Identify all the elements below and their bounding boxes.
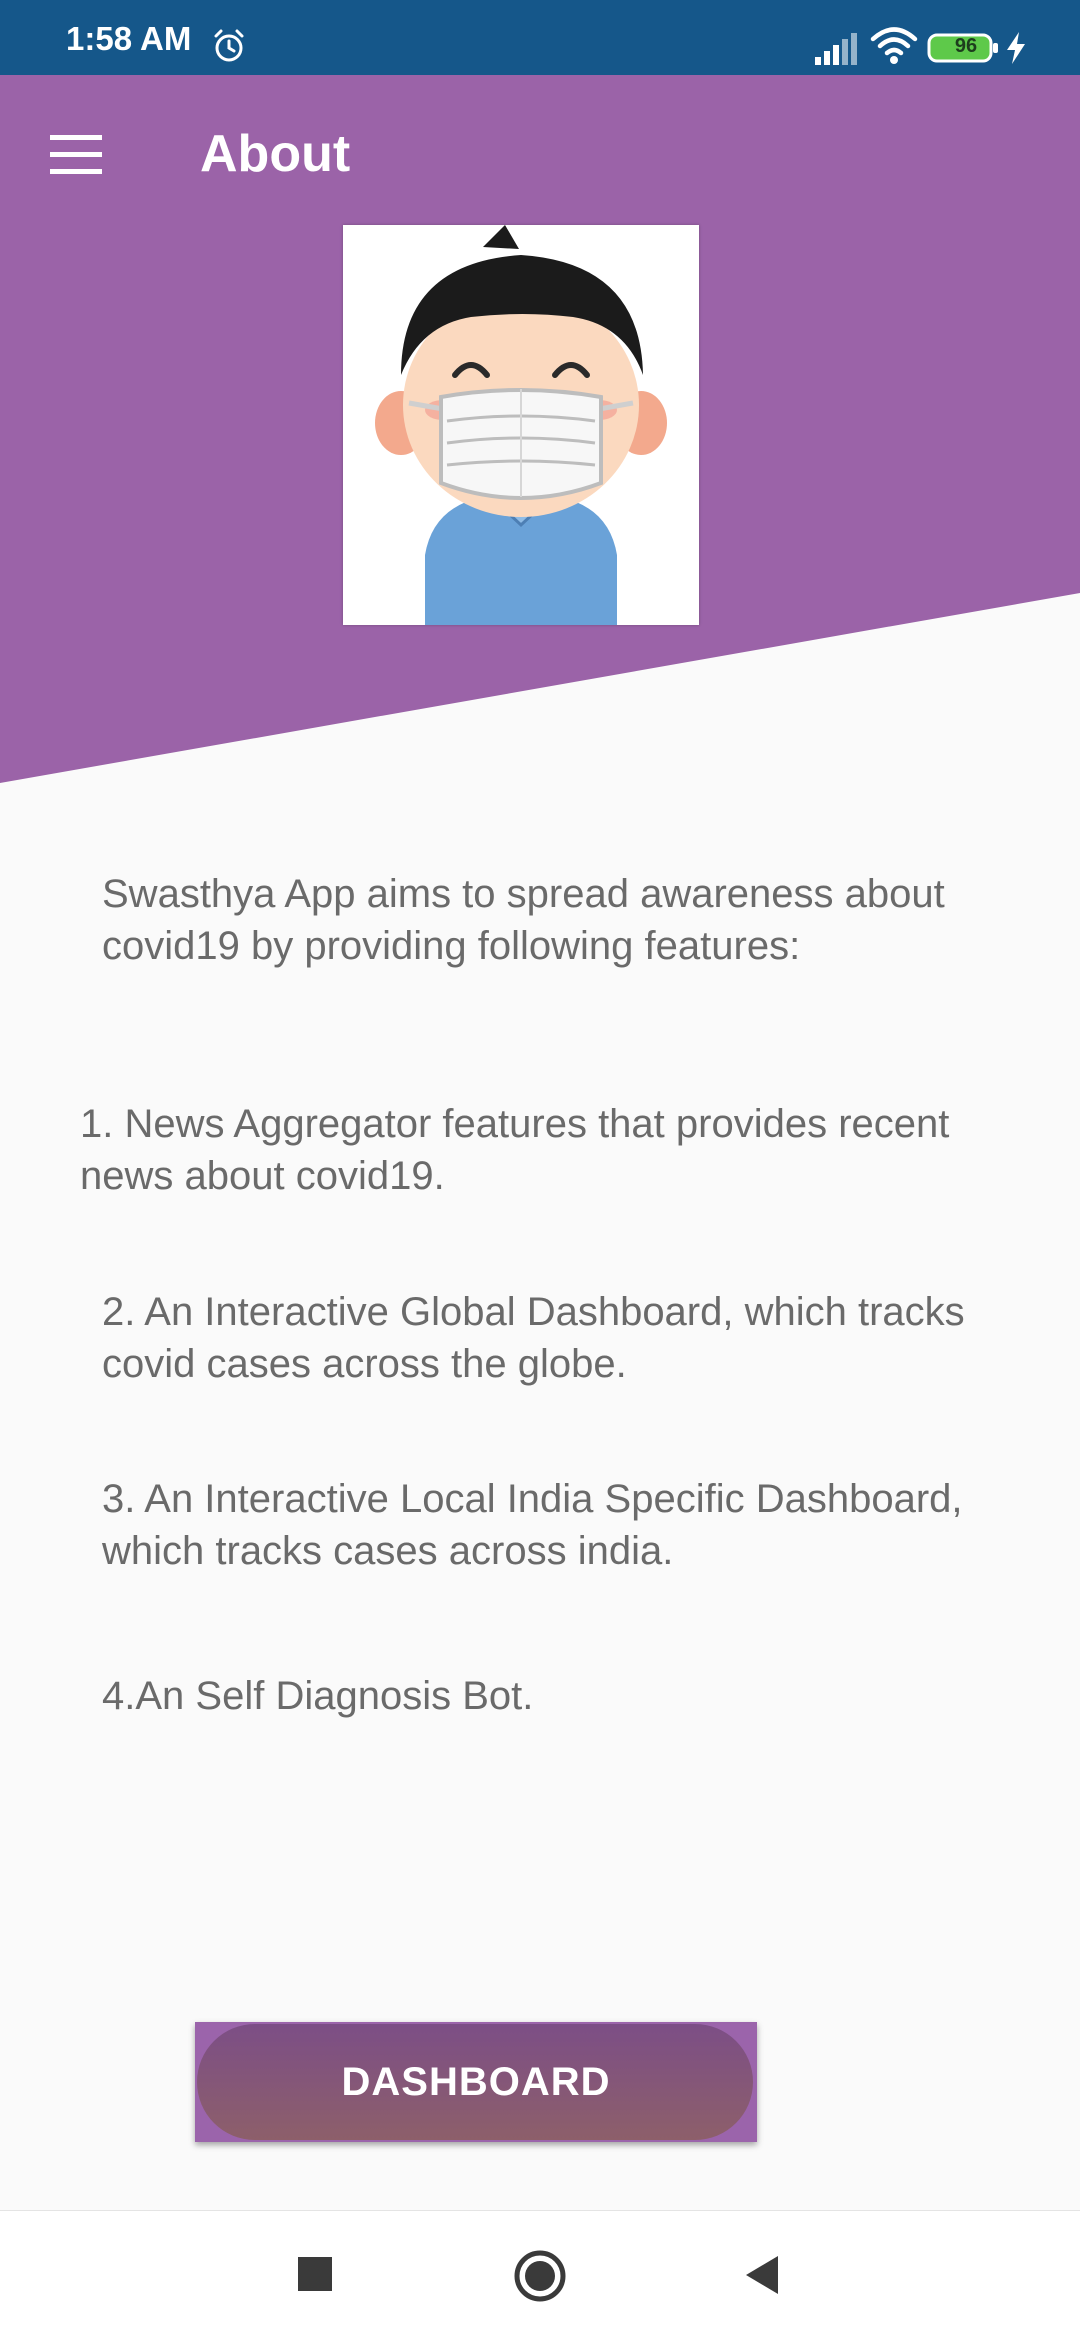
about-screen: 1:58 AM 96 About Swasthya App aims to sp… [0, 0, 1080, 2340]
hamburger-menu-icon[interactable] [48, 131, 108, 181]
back-triangle-icon[interactable] [742, 2254, 782, 2296]
feature-item-1: 1. News Aggregator features that provide… [80, 1102, 950, 1198]
charging-icon [1007, 32, 1025, 64]
status-time: 1:58 AM [66, 20, 192, 57]
intro-text: Swasthya App aims to spread awareness ab… [102, 872, 945, 968]
feature-item-4: 4.An Self Diagnosis Bot. [102, 1674, 534, 1718]
feature-item-2: 2. An Interactive Global Dashboard, whic… [102, 1290, 965, 1386]
dashboard-button[interactable]: DASHBOARD [195, 2022, 757, 2142]
alarm-icon [214, 29, 244, 62]
page-title: About [200, 125, 351, 183]
masked-person-icon [375, 225, 667, 625]
wifi-icon [870, 27, 918, 64]
home-circle-icon[interactable] [513, 2249, 567, 2303]
avatar-image [343, 225, 699, 625]
dashboard-button-label: DASHBOARD [341, 2060, 611, 2104]
status-bar: 1:58 AM 96 [0, 0, 1080, 75]
battery-level: 96 [954, 35, 978, 57]
recents-square-icon[interactable] [298, 2257, 332, 2291]
feature-item-3: 3. An Interactive Local India Specific D… [102, 1477, 963, 1573]
signal-icon [815, 33, 857, 65]
